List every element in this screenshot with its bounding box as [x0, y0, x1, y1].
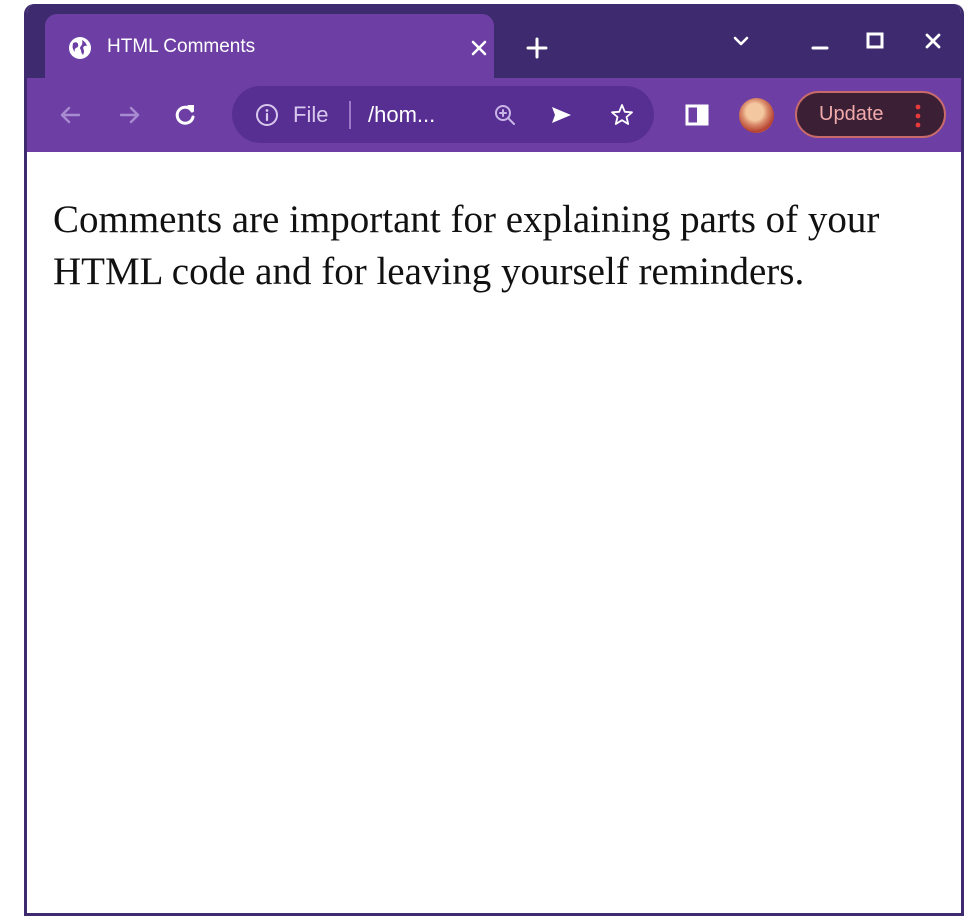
back-arrow-icon[interactable] — [56, 101, 84, 129]
maximize-icon[interactable] — [862, 28, 888, 54]
omnibox-separator — [349, 101, 351, 129]
new-tab-icon[interactable] — [524, 35, 550, 61]
close-tab-icon[interactable] — [466, 35, 492, 61]
tab-strip: HTML Comments — [27, 4, 961, 80]
forward-arrow-icon[interactable] — [116, 101, 144, 129]
tab-title: HTML Comments — [107, 36, 256, 57]
bookmark-star-icon[interactable] — [609, 102, 635, 128]
browser-window: HTML Comments File /hom... Update Commen… — [24, 4, 964, 916]
minimize-icon[interactable] — [807, 28, 833, 54]
update-button[interactable]: Update — [795, 91, 946, 138]
page-content: Comments are important for explaining pa… — [27, 152, 961, 913]
address-bar[interactable]: File /hom... — [232, 86, 654, 143]
reload-icon[interactable] — [171, 101, 199, 129]
scheme-label: File — [293, 102, 329, 127]
globe-icon — [69, 37, 91, 59]
send-icon[interactable] — [548, 102, 574, 128]
zoom-icon[interactable] — [492, 102, 518, 128]
comments-paragraph: Comments are important for explaining pa… — [53, 198, 880, 293]
profile-avatar[interactable] — [739, 98, 774, 133]
close-window-icon[interactable] — [920, 28, 946, 54]
toolbar: File /hom... Update — [27, 78, 961, 152]
side-panel-icon[interactable] — [683, 101, 711, 129]
update-label: Update — [819, 103, 884, 125]
tab-html-comments[interactable]: HTML Comments — [45, 14, 494, 80]
info-icon[interactable] — [255, 103, 279, 127]
tab-search-chevron-icon[interactable] — [728, 28, 754, 54]
url-text[interactable]: /hom... — [368, 86, 435, 143]
more-menu-icon[interactable] — [913, 103, 923, 129]
